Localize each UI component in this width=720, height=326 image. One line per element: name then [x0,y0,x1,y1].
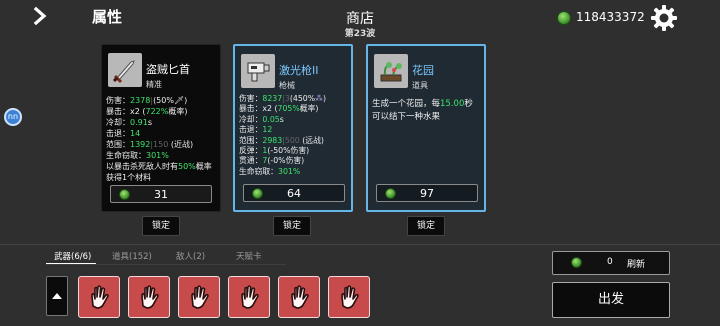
item-type: 枪械 [279,81,295,90]
price: 31 [154,188,168,201]
lock-button[interactable]: 锁定 [407,216,445,236]
shop-card-dagger[interactable]: 盗贼匕首 精准 伤害：2378|(50%🗡) 暴击：x2 (722%概率) 冷却… [101,44,221,212]
buy-button[interactable]: 64 [243,184,345,202]
stat-range: 范围：2983|500 (远战) [239,135,324,145]
tab-enemies[interactable]: 敌人(2) [176,250,205,262]
hand-icon [91,285,109,309]
stat-lifesteal: 生命窃取：301% [106,151,169,160]
item-stats: 伤害：2378|(50%🗡) 暴击：x2 (722%概率) 冷却：0.91s 击… [106,95,218,183]
tab-track [46,264,286,265]
item-name: 盗贼匕首 [146,63,190,76]
stat-knockback: 击退：14 [106,129,141,138]
stat-knockback: 击退：12 [239,125,273,135]
dagger-icon [108,53,142,87]
stat-damage: 伤害：2378|(50%🗡) [106,96,188,105]
depart-button[interactable]: 出发 [552,282,670,318]
weapon-slot[interactable] [78,276,120,318]
stat-crit: 暴击：x2 (705%概率) [239,104,319,114]
weapon-slot[interactable] [128,276,170,318]
bullet-mini-icon: ⁂ [315,94,323,103]
garden-icon [374,54,408,88]
stat-special: 以暴击杀死敌人时有50%概率获得1个材料 [106,162,212,182]
hand-icon [241,285,259,309]
buy-button[interactable]: 97 [376,184,478,202]
hand-icon [341,285,359,309]
item-stats: 伤害：8237|3(450%⁂) 暴击：x2 (705%概率) 冷却：0.05s… [239,94,349,177]
stat-crit: 暴击：x2 (722%概率) [106,107,188,116]
weapon-slot[interactable] [278,276,320,318]
stat-range: 范围：1392|150 (近战) [106,140,194,149]
lock-button[interactable]: 锁定 [273,216,311,236]
hand-icon [291,285,309,309]
item-name: 激光枪II [279,64,319,77]
hand-icon [191,285,209,309]
refresh-button[interactable]: 0 刷新 [552,251,670,275]
weapon-slot[interactable] [228,276,270,318]
buy-button[interactable]: 31 [110,185,212,203]
item-name: 花园 [412,64,434,77]
material-coin-icon [571,257,582,268]
stat-lifesteal: 生命窃取：301% [239,166,301,176]
divider [0,244,720,245]
item-type: 道具 [412,81,428,90]
price: 64 [287,187,301,200]
material-coin-icon [557,11,571,25]
tab-weapons[interactable]: 武器(6/6) [54,250,91,262]
settings-gear-icon[interactable] [650,4,678,32]
top-bar: 属性 商店 第23波 118433372 [0,0,720,44]
tab-talent-cards[interactable]: 天赋卡 [236,250,262,262]
refresh-label: 刷新 [627,260,646,270]
stat-pierce: 贯通：7(-0%伤害) [239,156,305,166]
side-info-bubble[interactable]: nn [4,108,22,126]
tab-active-indicator [46,263,96,264]
shop-card-garden[interactable]: 花园 道具 生成一个花园，每15.00秒可以结下一种水果 97 [366,44,486,212]
price: 97 [420,187,434,200]
collapse-toggle-button[interactable] [46,276,68,316]
weapon-slot[interactable] [178,276,220,318]
item-description: 生成一个花园，每15.00秒可以结下一种水果 [372,99,473,122]
lock-button[interactable]: 锁定 [142,216,180,236]
weapon-slot[interactable] [328,276,370,318]
stat-bounce: 反弹：1(-50%伤害) [239,146,310,156]
stat-damage: 伤害：8237|3(450%⁂) [239,94,327,103]
dagger-mini-icon: 🗡 [173,96,185,105]
hand-icon [141,285,159,309]
refresh-cost: 0 [607,257,613,267]
item-type: 精准 [146,80,162,89]
stat-cooldown: 冷却：0.05s [239,114,284,124]
stat-cooldown: 冷却：0.91s [106,118,152,127]
shop-card-laser-gun[interactable]: 激光枪II 枪械 伤害：8237|3(450%⁂) 暴击：x2 (705%概率)… [233,44,353,212]
wave-label: 第23波 [344,29,376,39]
laser-gun-icon [241,54,275,88]
tab-items[interactable]: 道具(152) [112,250,152,262]
material-count: 118433372 [576,10,645,24]
